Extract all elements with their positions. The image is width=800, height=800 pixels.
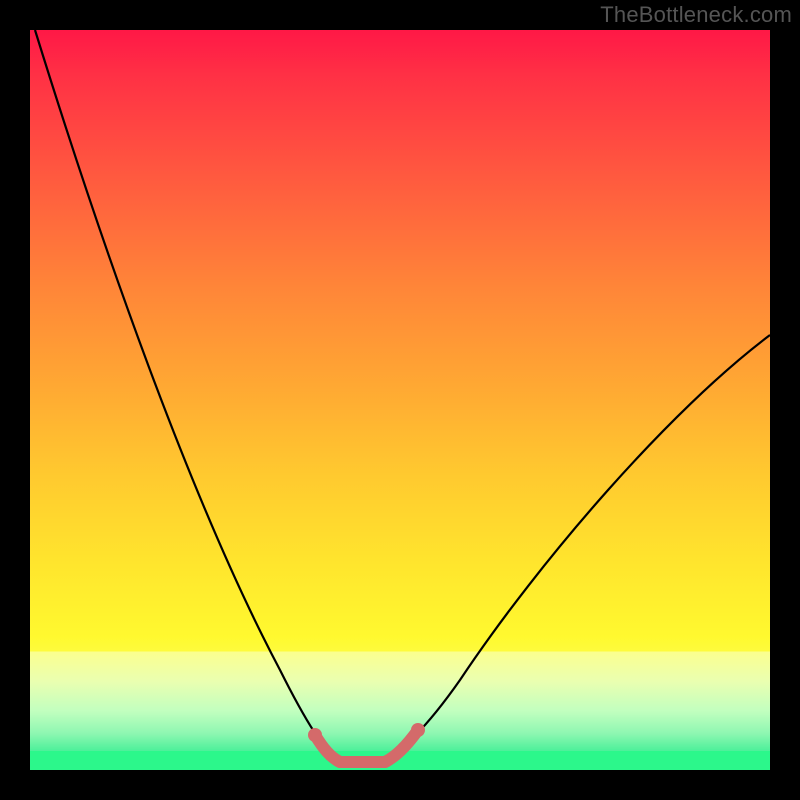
curve-svg [30,30,770,770]
highlight-dot-left-inner [332,755,344,767]
highlight-dot-right-inner [381,755,393,767]
highlight-dot-right [411,723,425,737]
highlight-dot-left [308,728,322,742]
watermark-text: TheBottleneck.com [600,2,792,28]
bottleneck-curve [35,30,770,760]
chart-container: TheBottleneck.com [0,0,800,800]
plot-area [30,30,770,770]
